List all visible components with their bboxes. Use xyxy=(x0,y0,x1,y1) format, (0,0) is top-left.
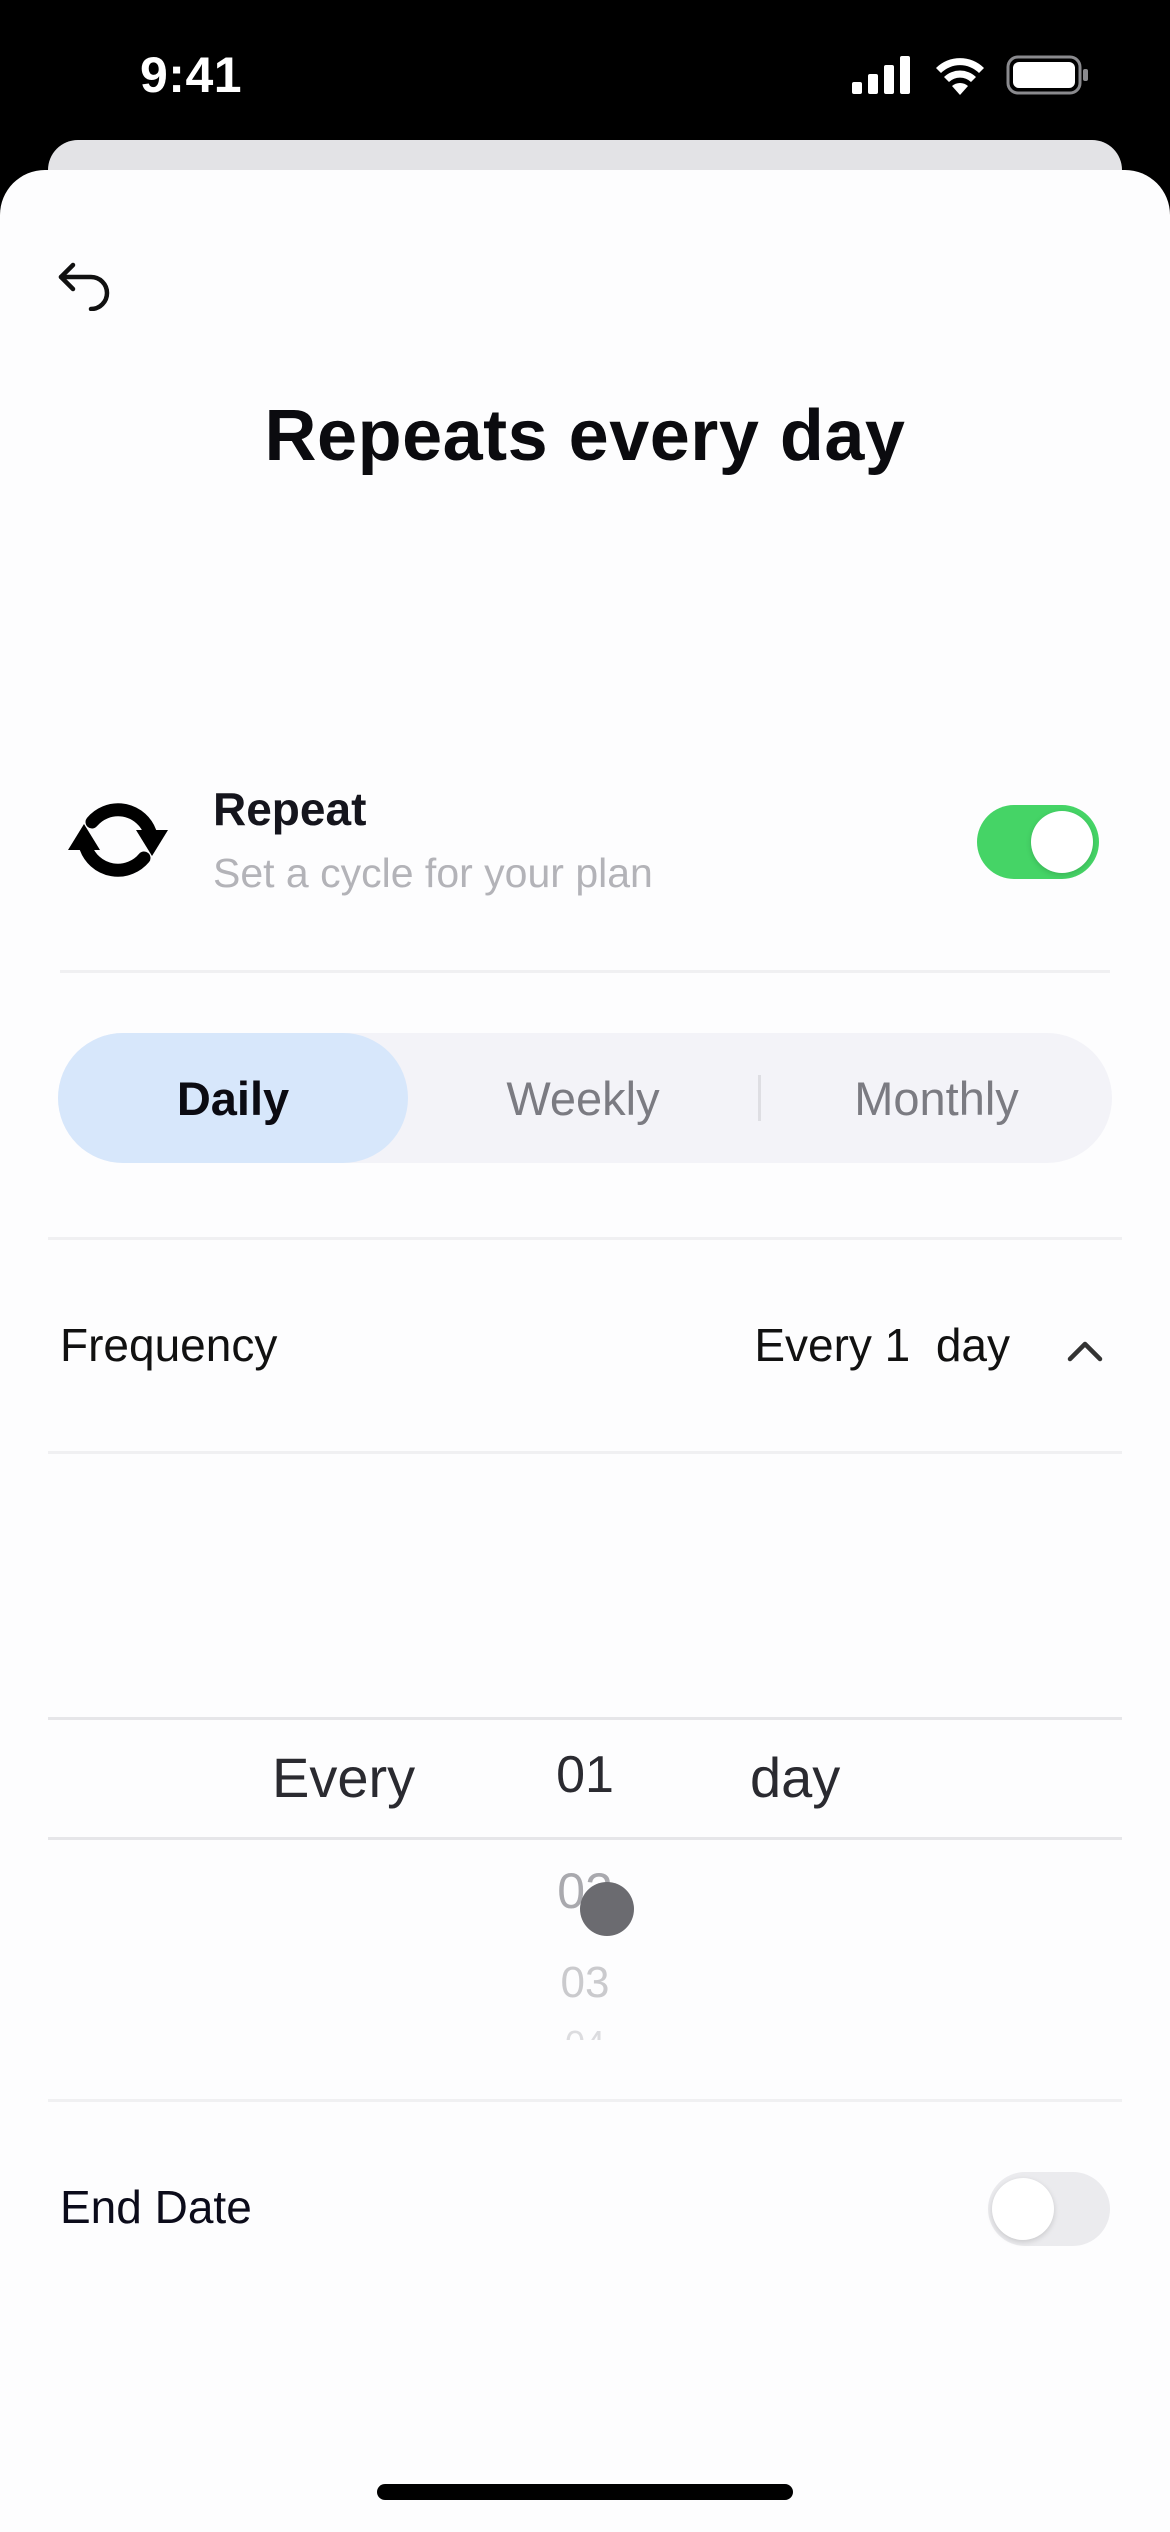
picker-prefix: Every xyxy=(272,1746,416,1809)
page-title: Repeats every day xyxy=(264,396,906,476)
wifi-icon xyxy=(936,58,984,95)
repeat-icon xyxy=(68,803,168,877)
segment-monthly[interactable]: Monthly xyxy=(761,1033,1112,1163)
end-date-label: End Date xyxy=(60,2181,252,2233)
frequency-type-segmented-control: Daily Weekly Monthly xyxy=(58,1033,1112,1163)
repeat-toggle[interactable] xyxy=(977,805,1099,879)
toggle-knob xyxy=(1031,811,1093,873)
status-icons xyxy=(852,55,1090,95)
battery-icon xyxy=(1006,55,1088,95)
toggle-knob xyxy=(992,2178,1054,2240)
signal-icon xyxy=(852,56,910,94)
picker-option: 04 xyxy=(525,2026,645,2040)
picker-option[interactable]: 03 xyxy=(525,1958,645,2008)
home-indicator xyxy=(377,2484,793,2500)
picker-selected-value[interactable]: 01 xyxy=(525,1745,645,1805)
frequency-value[interactable]: Every 1 day xyxy=(754,1318,1010,1372)
status-time: 9:41 xyxy=(140,47,243,103)
back-button[interactable] xyxy=(50,250,120,320)
picker-selection-line-bottom xyxy=(48,1837,1122,1840)
picker-suffix: day xyxy=(750,1746,841,1809)
back-arrow-icon xyxy=(58,262,110,311)
frequency-label: Frequency xyxy=(60,1319,278,1371)
end-date-toggle[interactable] xyxy=(988,2172,1110,2246)
divider xyxy=(48,2099,1122,2102)
divider xyxy=(48,1451,1122,1454)
picker-selection-line-top xyxy=(48,1717,1122,1720)
divider xyxy=(48,1237,1122,1240)
repeat-title: Repeat xyxy=(213,783,367,835)
chevron-up-icon[interactable] xyxy=(1060,1326,1110,1376)
picker-option-clipped: 04 xyxy=(525,2026,645,2040)
touch-indicator xyxy=(580,1882,634,1936)
repeat-subtitle: Set a cycle for your plan xyxy=(213,850,653,896)
segment-weekly[interactable]: Weekly xyxy=(408,1033,758,1163)
divider xyxy=(60,970,1110,973)
segment-daily[interactable]: Daily xyxy=(58,1033,408,1163)
